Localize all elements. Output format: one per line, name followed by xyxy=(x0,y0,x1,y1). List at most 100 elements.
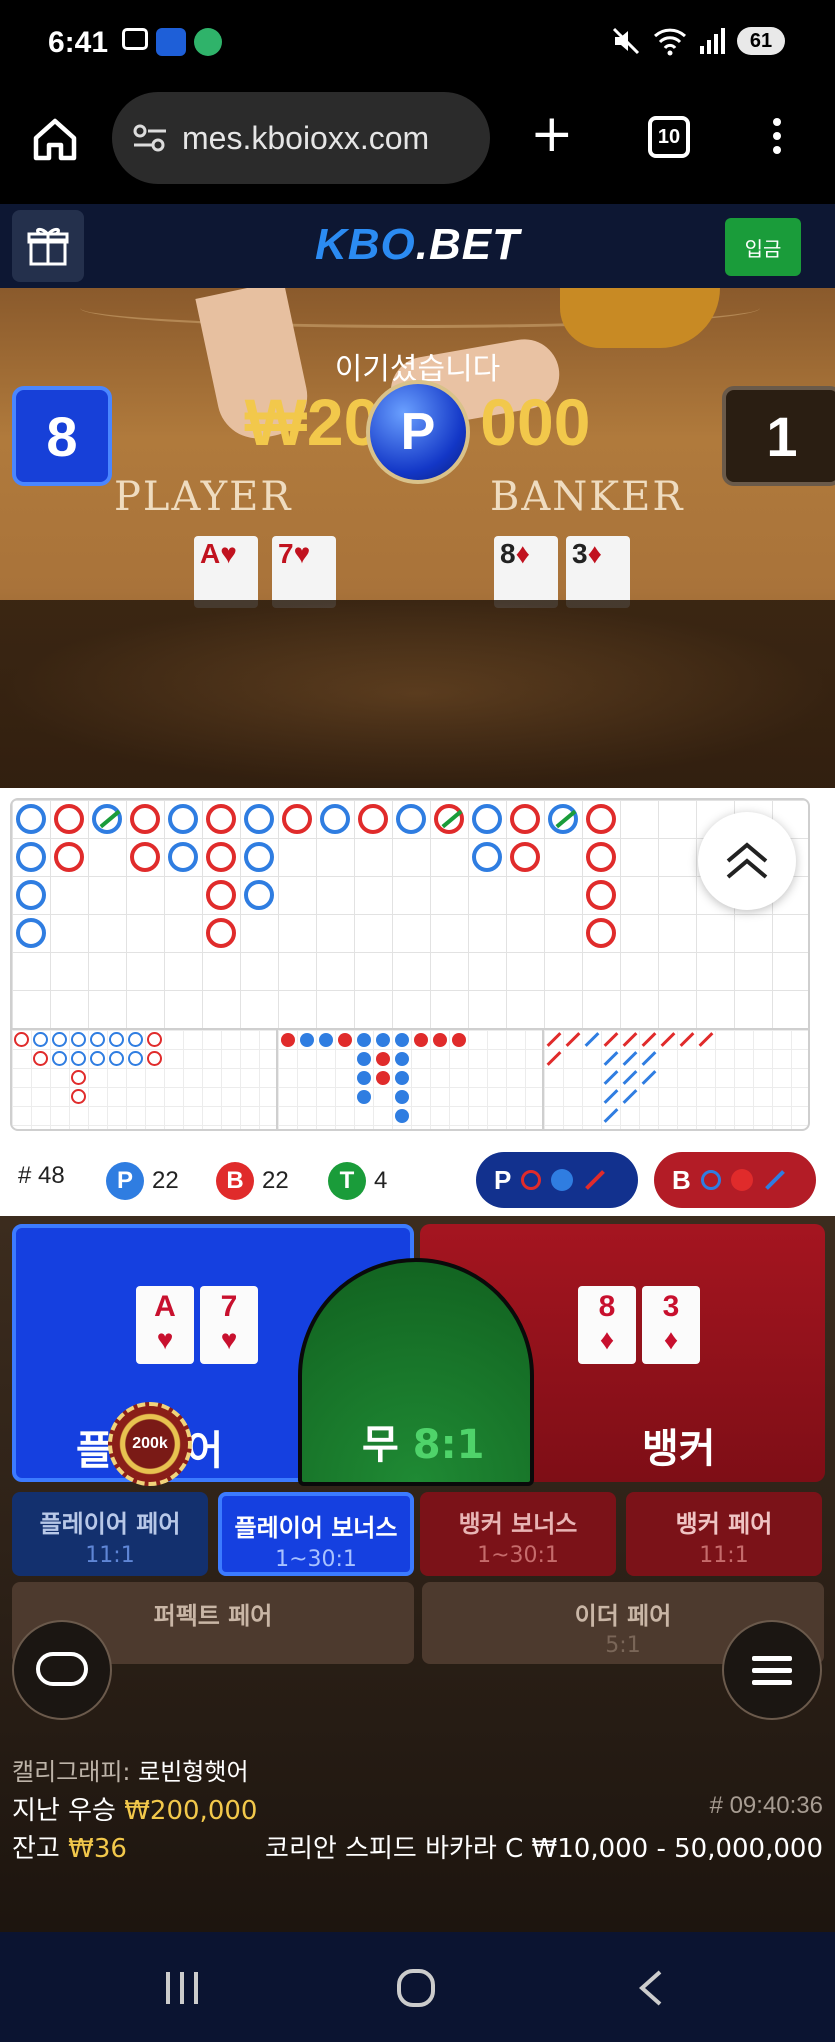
big-eye-road xyxy=(12,1028,278,1129)
site-logo[interactable]: KBO.BET xyxy=(0,220,835,270)
tie-count: T4 xyxy=(328,1162,387,1200)
system-nav-bar xyxy=(0,1932,835,2042)
big-road-mark xyxy=(206,842,236,872)
browser-toolbar: mes.kboioxx.com + 10 xyxy=(0,88,835,204)
last-win-info: 지난 우승 ₩200,000 xyxy=(12,1796,258,1826)
big-road-mark xyxy=(206,918,236,948)
big-road-mark xyxy=(16,842,46,872)
small-road-mark xyxy=(357,1033,371,1047)
banker-bet-label: 뱅커 xyxy=(642,1426,716,1472)
chat-bubble-icon xyxy=(36,1652,88,1686)
big-road-mark xyxy=(586,880,616,910)
new-tab-icon[interactable]: + xyxy=(530,108,574,160)
cockroach-mark xyxy=(603,1032,619,1047)
site-header: KBO.BET 입금 xyxy=(0,204,835,288)
big-road-mark xyxy=(130,842,160,872)
big-road-mark xyxy=(396,804,426,834)
player-card-1: A ♥ xyxy=(136,1286,194,1364)
big-eye-mark xyxy=(147,1032,162,1047)
dealer-sleeve xyxy=(560,288,720,348)
table-player-card-1: A♥ xyxy=(194,536,258,608)
player-pair-bet[interactable]: 플레이어 페어 11:1 xyxy=(12,1492,208,1576)
big-road-mark xyxy=(244,842,274,872)
home-nav-icon[interactable] xyxy=(396,1968,436,2008)
big-road-mark xyxy=(358,804,388,834)
small-road-mark xyxy=(395,1090,409,1104)
big-road-mark xyxy=(586,918,616,948)
player-score: 8 xyxy=(12,386,112,486)
table-player-card-2: 7♥ xyxy=(272,536,336,608)
cockroach-mark xyxy=(622,1089,638,1104)
player-predict-button[interactable]: P xyxy=(476,1152,638,1208)
cockroach-mark xyxy=(622,1032,638,1047)
predict-dot-icon xyxy=(730,1169,753,1191)
cockroach-mark xyxy=(603,1089,619,1104)
banker-predict-button[interactable]: B xyxy=(654,1152,816,1208)
player-bonus-bet[interactable]: 플레이어 보너스 1~30:1 xyxy=(218,1492,414,1576)
deposit-button[interactable]: 입금 xyxy=(725,218,801,276)
placed-chip[interactable]: 200k xyxy=(108,1402,192,1486)
predict-slash-icon xyxy=(585,1170,606,1190)
table-banker-card-2: 3♦ xyxy=(566,536,630,608)
banker-bonus-bet[interactable]: 뱅커 보너스 1~30:1 xyxy=(420,1492,616,1576)
predict-ring-icon xyxy=(521,1170,542,1190)
cockroach-mark xyxy=(603,1108,619,1123)
big-road-mark xyxy=(54,804,84,834)
big-eye-mark xyxy=(71,1051,86,1066)
small-road-mark xyxy=(433,1033,447,1047)
big-eye-mark xyxy=(71,1032,86,1047)
screenshot-icon xyxy=(122,28,148,50)
home-icon[interactable] xyxy=(30,114,80,164)
big-road-mark xyxy=(92,804,122,834)
signal-icon xyxy=(700,28,725,54)
big-road-mark xyxy=(472,804,502,834)
collapse-button[interactable] xyxy=(698,812,796,910)
small-road-mark xyxy=(395,1052,409,1066)
small-road-mark xyxy=(319,1033,333,1047)
cockroach-mark xyxy=(603,1051,619,1066)
round-id: # 09:40:36 xyxy=(709,1792,823,1819)
small-road-mark xyxy=(376,1052,390,1066)
big-road-mark xyxy=(244,804,274,834)
back-icon[interactable] xyxy=(636,1968,666,2008)
status-right-icons: 61 xyxy=(611,26,785,56)
mute-icon xyxy=(612,27,640,55)
big-eye-mark xyxy=(52,1032,67,1047)
big-road-mark xyxy=(130,804,160,834)
site-settings-icon[interactable] xyxy=(132,123,168,153)
cockroach-mark xyxy=(622,1070,638,1085)
player-win-count: P 22 xyxy=(106,1162,179,1200)
banker-pair-bet[interactable]: 뱅커 페어 11:1 xyxy=(626,1492,822,1576)
roadmap-panel xyxy=(0,788,835,1144)
battery-indicator: 61 xyxy=(737,27,785,55)
big-eye-mark xyxy=(128,1032,143,1047)
talk-icon xyxy=(194,28,222,56)
banker-score: 1 xyxy=(722,386,835,486)
balance-info: 잔고 ₩36 xyxy=(12,1834,127,1864)
tie-bet-spot[interactable]: 무 8:1 xyxy=(298,1258,534,1486)
wifi-icon xyxy=(653,28,687,56)
table-banker-label: BANKER xyxy=(490,474,685,520)
chat-button[interactable] xyxy=(12,1620,112,1720)
dealer-info: 캘리그래피: 로빈형햇어 xyxy=(12,1758,249,1786)
app-badge-icon xyxy=(156,28,186,56)
big-road-mark xyxy=(548,804,578,834)
game-menu-button[interactable] xyxy=(722,1620,822,1720)
big-eye-mark xyxy=(71,1089,86,1104)
big-eye-mark xyxy=(33,1051,48,1066)
cockroach-road xyxy=(544,1028,808,1129)
recent-apps-icon[interactable] xyxy=(162,1968,202,2008)
hamburger-icon xyxy=(752,1649,792,1692)
tab-switcher-button[interactable]: 10 xyxy=(648,116,690,158)
big-road-mark xyxy=(54,842,84,872)
small-road-mark xyxy=(300,1033,314,1047)
result-player-badge: P xyxy=(366,380,470,484)
small-road-mark xyxy=(357,1052,371,1066)
big-eye-mark xyxy=(71,1070,86,1085)
more-options-icon[interactable] xyxy=(770,114,784,164)
address-bar[interactable]: mes.kboioxx.com xyxy=(112,92,490,184)
big-road-mark xyxy=(16,804,46,834)
table-banker-card-1: 8♦ xyxy=(494,536,558,608)
stats-bar: # 48 P 22 B 22 T4 P B xyxy=(0,1144,835,1216)
small-road xyxy=(278,1028,544,1129)
